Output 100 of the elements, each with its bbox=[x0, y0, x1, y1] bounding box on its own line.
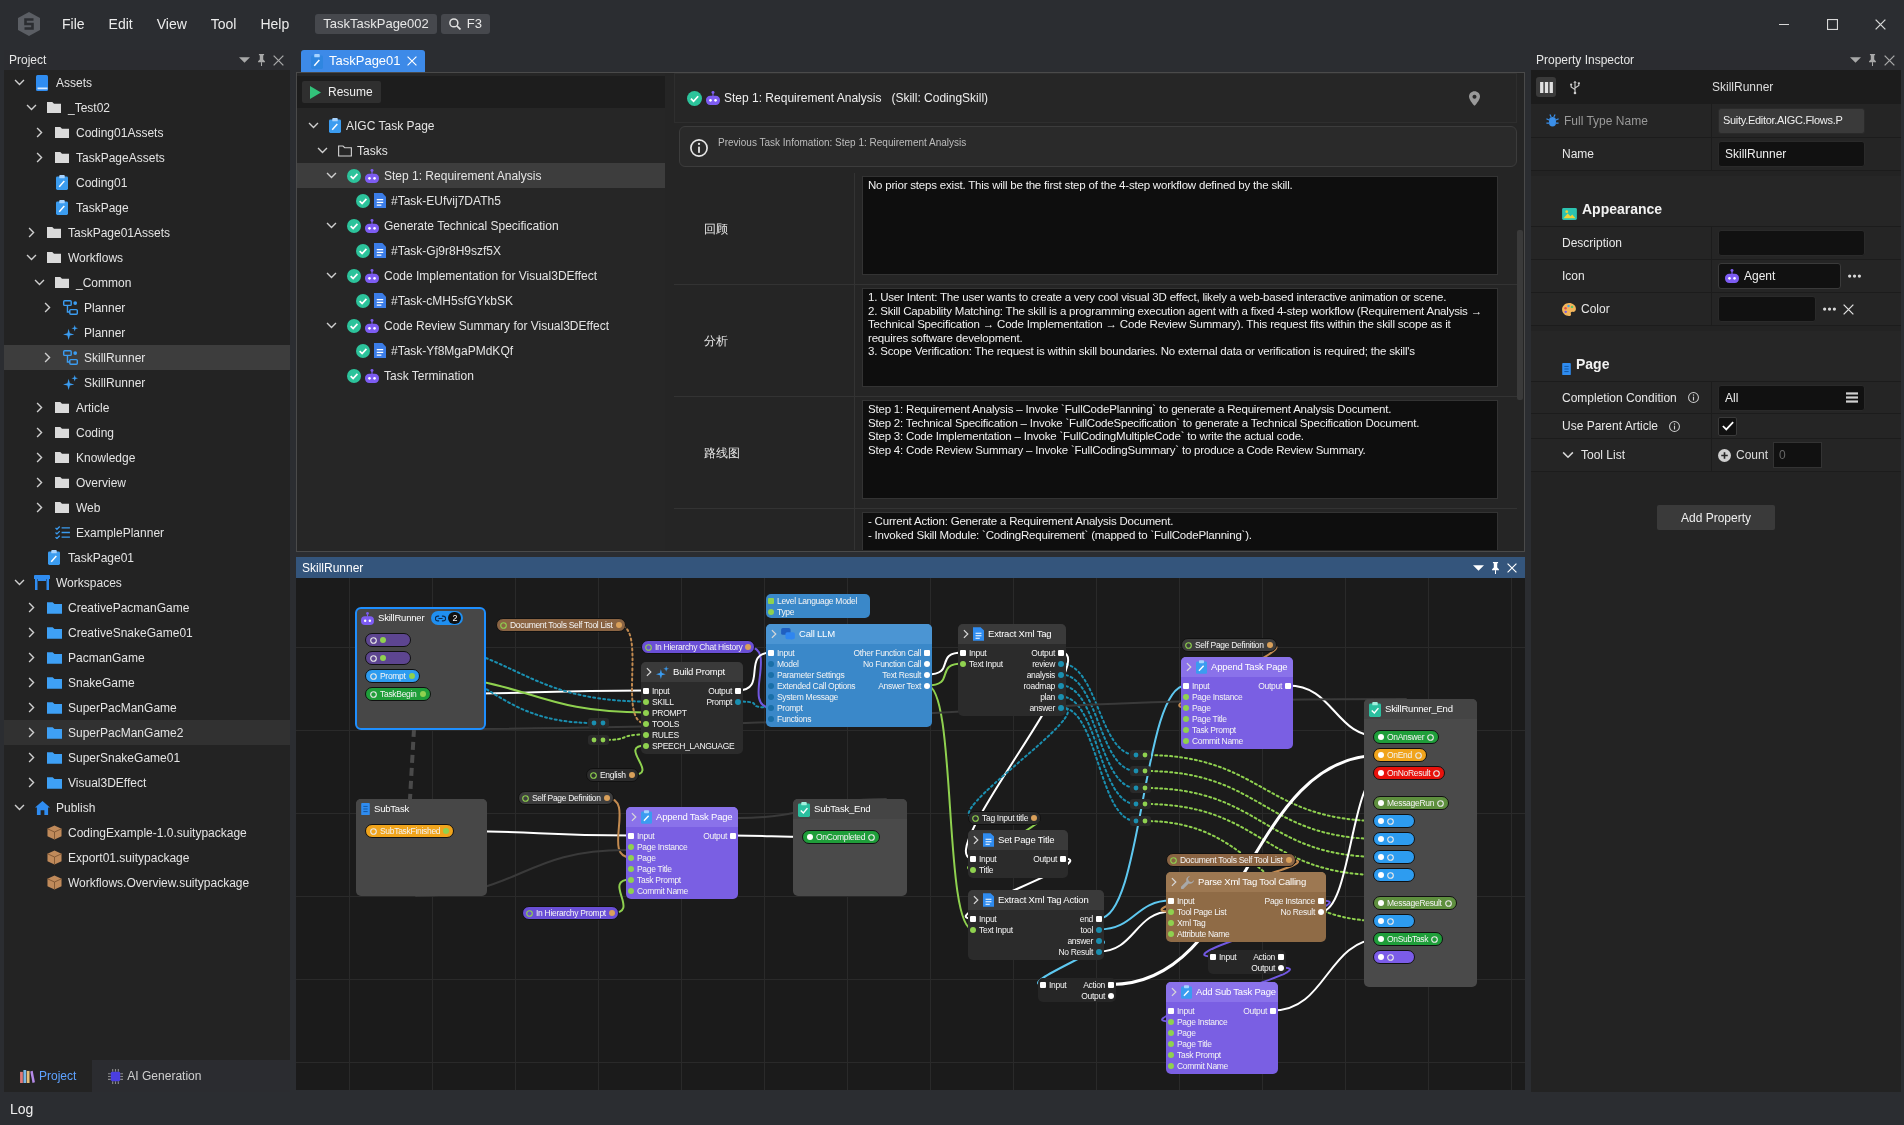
chevron-icon[interactable] bbox=[35, 402, 43, 413]
chevron-icon[interactable] bbox=[13, 804, 25, 811]
tree-item[interactable]: SkillRunner bbox=[4, 370, 290, 395]
chevron-icon[interactable] bbox=[27, 602, 35, 613]
menu-item[interactable]: Edit bbox=[102, 11, 139, 37]
tree-item[interactable]: SnakeGame bbox=[4, 670, 290, 695]
port-dot-icon[interactable] bbox=[1168, 1062, 1174, 1069]
search-button[interactable]: F3 bbox=[440, 14, 490, 34]
text-field[interactable] bbox=[1718, 230, 1865, 256]
tree-item[interactable]: Visual3DEffect bbox=[4, 770, 290, 795]
tree-item[interactable]: SuperPacManGame bbox=[4, 695, 290, 720]
chevron-icon[interactable] bbox=[35, 427, 43, 438]
tree-item[interactable]: Knowledge bbox=[4, 445, 290, 470]
columns-button[interactable] bbox=[1536, 77, 1556, 97]
tree-item[interactable]: Workflows bbox=[4, 245, 290, 270]
tree-item[interactable]: AIGC Task Page bbox=[297, 113, 665, 138]
chevron-icon[interactable] bbox=[33, 279, 45, 286]
more-button[interactable] bbox=[1823, 307, 1836, 311]
tree-item[interactable]: Code Implementation for Visual3DEffect bbox=[297, 263, 665, 288]
dropdown-button[interactable] bbox=[1473, 564, 1484, 571]
document-tab[interactable]: TaskPage01 bbox=[301, 50, 425, 72]
chevron-icon[interactable] bbox=[13, 79, 25, 86]
tree-item[interactable]: Task Termination bbox=[297, 363, 665, 388]
chevron-icon[interactable] bbox=[27, 652, 35, 663]
tree-item[interactable]: TaskPage01Assets bbox=[4, 220, 290, 245]
dropdown-button[interactable] bbox=[1850, 57, 1861, 63]
menu-item[interactable]: View bbox=[150, 11, 193, 37]
pin-button[interactable] bbox=[1469, 90, 1480, 106]
usb-button[interactable] bbox=[1569, 79, 1581, 95]
chevron-icon[interactable] bbox=[307, 122, 319, 129]
chevron-icon[interactable] bbox=[35, 152, 43, 163]
tree-item[interactable]: CreativeSnakeGame01 bbox=[4, 620, 290, 645]
tree-item[interactable]: Coding bbox=[4, 420, 290, 445]
menu-item[interactable]: Help bbox=[254, 11, 296, 37]
chevron-icon[interactable] bbox=[316, 147, 328, 154]
tree-item[interactable]: #Task-cMH5sfGYkbSK bbox=[297, 288, 665, 313]
tree-item[interactable]: Export01.suitypackage bbox=[4, 845, 290, 870]
add-item-button[interactable] bbox=[1718, 448, 1731, 462]
panel-tab[interactable]: Project bbox=[4, 1060, 93, 1092]
chevron-icon[interactable] bbox=[325, 172, 337, 179]
chevron-icon[interactable] bbox=[43, 302, 51, 313]
document-switch-button[interactable]: TaskTaskPage002 bbox=[315, 14, 437, 34]
icon-field[interactable]: Agent bbox=[1718, 263, 1841, 289]
tree-item[interactable]: Planner bbox=[4, 295, 290, 320]
tree-item[interactable]: Overview bbox=[4, 470, 290, 495]
chevron-icon[interactable] bbox=[27, 627, 35, 638]
close-button[interactable] bbox=[273, 54, 284, 66]
chevron-icon[interactable] bbox=[27, 702, 35, 713]
count-field[interactable]: 0 bbox=[1773, 442, 1823, 468]
chevron-icon[interactable] bbox=[325, 272, 337, 279]
tree-item[interactable]: Publish bbox=[4, 795, 290, 820]
pin-button[interactable] bbox=[1492, 561, 1499, 574]
scrollbar-thumb[interactable] bbox=[1517, 230, 1523, 400]
chevron-icon[interactable] bbox=[43, 352, 51, 363]
pin-button[interactable] bbox=[1869, 54, 1876, 66]
chevron-icon[interactable] bbox=[13, 579, 25, 586]
chevron-icon[interactable] bbox=[27, 227, 35, 238]
port-dot-icon[interactable] bbox=[768, 608, 774, 615]
tree-item[interactable]: Planner bbox=[4, 320, 290, 345]
port-dot-icon[interactable] bbox=[1168, 1040, 1174, 1047]
tree-item[interactable]: #Task-Gj9r8H9szf5X bbox=[297, 238, 665, 263]
chevron-icon[interactable] bbox=[325, 322, 337, 329]
tree-item[interactable]: CreativePacmanGame bbox=[4, 595, 290, 620]
tree-item[interactable]: PacmanGame bbox=[4, 645, 290, 670]
tree-item[interactable]: Code Review Summary for Visual3DEffect bbox=[297, 313, 665, 338]
tree-item[interactable]: TaskPage01 bbox=[4, 545, 290, 570]
chevron-icon[interactable] bbox=[27, 677, 35, 688]
dropdown-button[interactable] bbox=[239, 57, 250, 63]
tree-item[interactable]: Step 1: Requirement Analysis bbox=[297, 163, 665, 188]
tree-item[interactable]: #Task-EUfvij7DATh5 bbox=[297, 188, 665, 213]
chevron-icon[interactable] bbox=[27, 727, 35, 738]
tree-item[interactable]: Coding01Assets bbox=[4, 120, 290, 145]
tree-item[interactable]: _Common bbox=[4, 270, 290, 295]
more-button[interactable] bbox=[1848, 274, 1861, 278]
chevron-icon[interactable] bbox=[25, 254, 37, 261]
clear-button[interactable] bbox=[1843, 303, 1854, 315]
add-property-button[interactable]: Add Property bbox=[1657, 505, 1775, 530]
tree-item[interactable]: TaskPage bbox=[4, 195, 290, 220]
tree-item[interactable]: Article bbox=[4, 395, 290, 420]
pin-button[interactable] bbox=[258, 54, 265, 66]
text-field[interactable]: Step 1: Requirement Analysis – Invoke `FullCodePlanning` to generate a Requirement Analysis Document. Step 2: Technical Specification – Invoke `FullCodeSpecification` to generate a Technical Specification Document. Step 3: Code Implementation – Invoke `FullCodingMultipleCode` to write the actual code. Step 4: Code Review Summary – Invoke `FullCodingSummary` to produce a Code Review Summary. bbox=[862, 400, 1498, 499]
tree-item[interactable]: #Task-Yf8MgaPMdKQf bbox=[297, 338, 665, 363]
chevron-icon[interactable] bbox=[27, 752, 35, 763]
tree-item[interactable]: SkillRunner bbox=[4, 345, 290, 370]
text-field[interactable]: 1. User Intent: The user wants to create a very cool visual 3D effect, likely a web-based interactive animation or scene. 2. Skill Capability Matching: The skill is a programming execution agent with a fixed 4-step workflow (Requirement Analysis → Technical Specification → Code Implementation → Code Review Summary). This request fits within the skill scope as it requires software development. 3. Scope Verification: The request is within skill boundaries. No external data or verification is required; the skill's bbox=[862, 288, 1498, 387]
chevron-icon[interactable] bbox=[325, 222, 337, 229]
tree-item[interactable]: CodingExample-1.0.suitypackage bbox=[4, 820, 290, 845]
checkbox[interactable] bbox=[1718, 416, 1737, 436]
text-field[interactable]: - Current Action: Generate a Requirement Analysis Document. - Invoked Skill Module: `CodingRequirement` (mapped to `FullCodePlanning`). bbox=[862, 512, 1498, 550]
menu-item[interactable]: File bbox=[56, 11, 91, 37]
tree-item[interactable]: ExamplePlanner bbox=[4, 520, 290, 545]
tree-item[interactable]: Tasks bbox=[297, 138, 665, 163]
tree-item[interactable]: Generate Technical Specification bbox=[297, 213, 665, 238]
port-dot-icon[interactable] bbox=[1168, 1051, 1174, 1058]
chevron-icon[interactable] bbox=[35, 502, 43, 513]
tree-item[interactable]: Coding01 bbox=[4, 170, 290, 195]
text-field[interactable]: SkillRunner bbox=[1718, 141, 1865, 167]
panel-tab[interactable]: AI Generation bbox=[92, 1060, 218, 1092]
tree-item[interactable]: Assets bbox=[4, 70, 290, 95]
tree-item[interactable]: _Test02 bbox=[4, 95, 290, 120]
